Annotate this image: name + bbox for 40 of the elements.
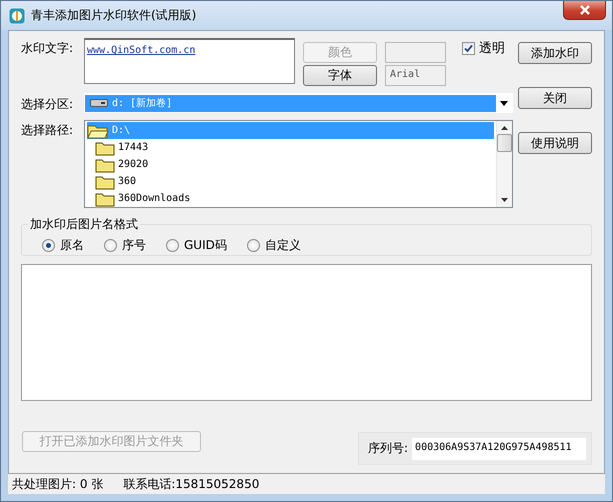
transparent-checkbox[interactable]: 透明: [462, 40, 505, 56]
dropdown-arrow-icon[interactable]: [500, 100, 508, 106]
close-icon: [578, 5, 590, 15]
status-text: 共处理图片: 0 张: [12, 476, 104, 492]
folder-icon: [95, 190, 115, 206]
drive-icon: [90, 98, 108, 108]
font-button[interactable]: 字体: [303, 65, 377, 86]
folder-item[interactable]: 360: [87, 173, 494, 190]
format-radio[interactable]: GUID码: [166, 237, 227, 254]
close-button[interactable]: [563, 1, 606, 20]
field-label: 选择分区:: [21, 96, 74, 113]
folder-icon: [95, 174, 115, 190]
scrollbar[interactable]: [496, 121, 512, 207]
field-label: 水印文字:: [21, 40, 74, 57]
format-radio[interactable]: 自定义: [246, 237, 301, 254]
scroll-down-icon[interactable]: [501, 198, 508, 202]
font-name-field: Arial: [385, 65, 446, 86]
serial-label: 序列号:: [368, 440, 408, 457]
folder-item[interactable]: 17443: [87, 139, 494, 156]
watermark-text-field[interactable]: www.QinSoft.com.cn: [84, 38, 295, 84]
scroll-up-icon[interactable]: [501, 126, 508, 130]
checkmark-icon: [464, 44, 473, 52]
help-button[interactable]: 使用说明: [518, 132, 592, 154]
folder-list[interactable]: D:\ 17443 29020 360 360Downloads: [84, 120, 513, 208]
folder-item[interactable]: 29020: [87, 156, 494, 173]
color-preview: [385, 42, 446, 63]
format-radio[interactable]: 序号: [104, 237, 146, 254]
serial-field[interactable]: 000306A9S37A120G975A498511: [412, 438, 586, 460]
add-watermark-button[interactable]: 添加水印: [518, 42, 592, 64]
close-button[interactable]: 关闭: [518, 87, 592, 109]
open-folder-icon: [87, 122, 109, 138]
group-title: 加水印后图片名格式: [29, 216, 139, 233]
folder-item[interactable]: 360Downloads: [87, 190, 494, 207]
folder-icon: [95, 156, 115, 172]
status-text: 联系电话:15815052850: [123, 476, 260, 492]
field-label: 选择路径:: [21, 122, 74, 139]
window-title: 青丰添加图片水印软件(试用版): [31, 7, 196, 24]
scroll-thumb[interactable]: [497, 134, 512, 152]
format-radio[interactable]: 原名: [42, 237, 84, 254]
app-icon: [9, 8, 25, 24]
